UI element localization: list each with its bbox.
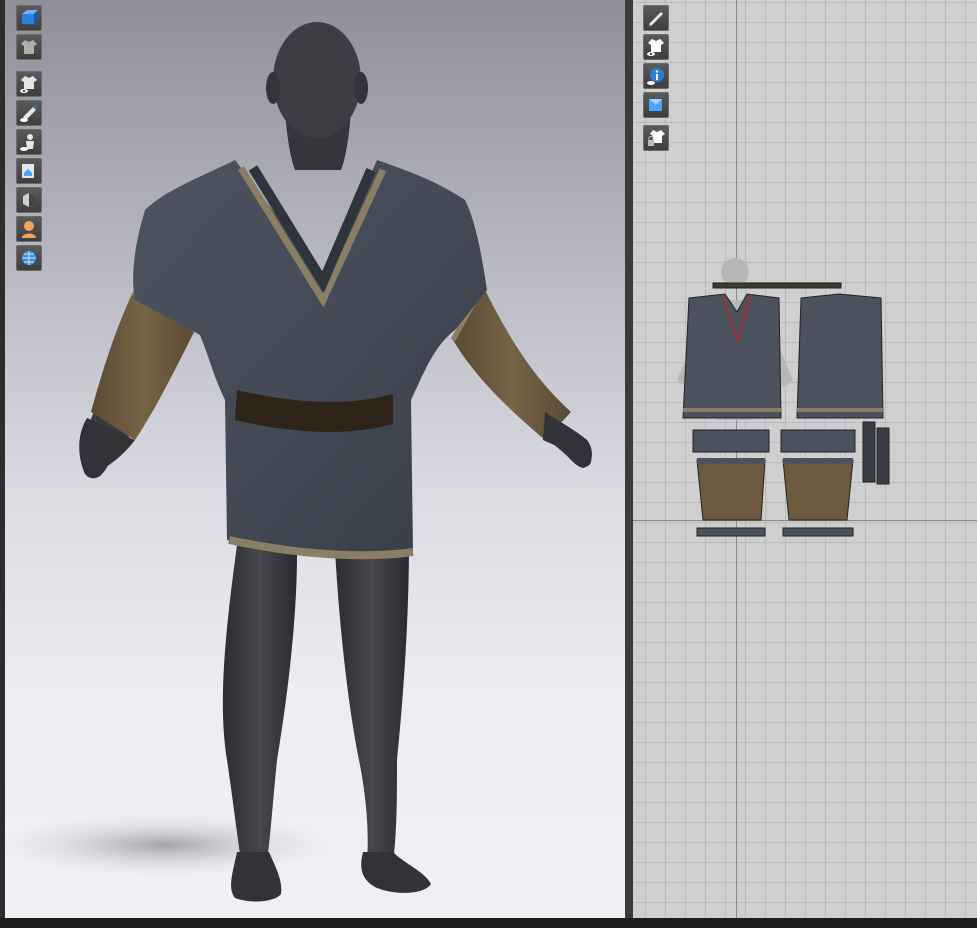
pattern-left-yoke — [692, 429, 770, 453]
info-button[interactable] — [643, 63, 669, 89]
pattern-layout — [677, 258, 890, 537]
avatar-head — [273, 22, 361, 138]
simulation-mode-button[interactable] — [16, 5, 42, 31]
tunic-body — [133, 160, 487, 556]
texture-display-icon — [22, 164, 34, 178]
pattern-belt-a — [862, 421, 876, 483]
pattern-collar-strip — [712, 282, 842, 289]
avatar-left-ear — [266, 72, 280, 104]
viewport-divider[interactable] — [625, 0, 633, 918]
pattern-right-sleeve — [782, 458, 854, 521]
floor-shadow — [5, 813, 335, 877]
texture-2d-icon — [649, 99, 662, 111]
pattern-belt-b — [876, 427, 890, 485]
status-bar — [0, 918, 977, 928]
pattern-right-yoke — [780, 429, 856, 453]
show-garment-button[interactable] — [16, 71, 42, 97]
show-avatar-button[interactable] — [16, 129, 42, 155]
simulation-mode-icon — [22, 10, 38, 24]
environment-button[interactable] — [16, 245, 42, 271]
edit-pattern-button[interactable] — [643, 5, 669, 31]
avatar-skin-button[interactable] — [16, 216, 42, 242]
show-pins-button[interactable] — [16, 100, 42, 126]
pattern-back-panel — [796, 293, 884, 419]
lock-pattern-button[interactable] — [643, 125, 669, 151]
pattern-right-cuff — [782, 527, 854, 537]
3d-viewport[interactable] — [5, 0, 625, 918]
pattern-left-cuff — [696, 527, 766, 537]
avatar-right-foot — [361, 852, 431, 893]
edit-pattern-icon — [648, 12, 663, 27]
avatar-left-leg — [222, 545, 297, 862]
garment-display-icon — [21, 40, 37, 54]
avatar-skin-icon — [22, 221, 36, 238]
3d-toolbar — [16, 5, 42, 274]
show-pattern-button[interactable] — [643, 34, 669, 60]
shading-icon — [23, 193, 35, 207]
texture-display-button[interactable] — [16, 158, 42, 184]
show-pattern-icon — [647, 39, 664, 56]
2d-pattern-viewport[interactable] — [633, 0, 977, 918]
info-icon — [647, 68, 664, 85]
show-avatar-icon — [20, 134, 34, 151]
show-pins-icon — [20, 105, 37, 122]
shading-button[interactable] — [16, 187, 42, 213]
avatar-right-hand — [543, 412, 592, 468]
2d-toolbar — [643, 5, 669, 154]
lock-pattern-icon — [648, 130, 665, 146]
pattern-front-panel — [682, 293, 782, 419]
garment-display-button[interactable] — [16, 34, 42, 60]
avatar-right-leg — [335, 545, 409, 864]
pattern-left-sleeve — [696, 458, 766, 521]
texture-2d-button[interactable] — [643, 92, 669, 118]
environment-icon — [22, 251, 36, 265]
avatar-right-ear — [354, 72, 368, 104]
show-garment-icon — [20, 76, 37, 93]
avatar-scene — [5, 22, 592, 902]
